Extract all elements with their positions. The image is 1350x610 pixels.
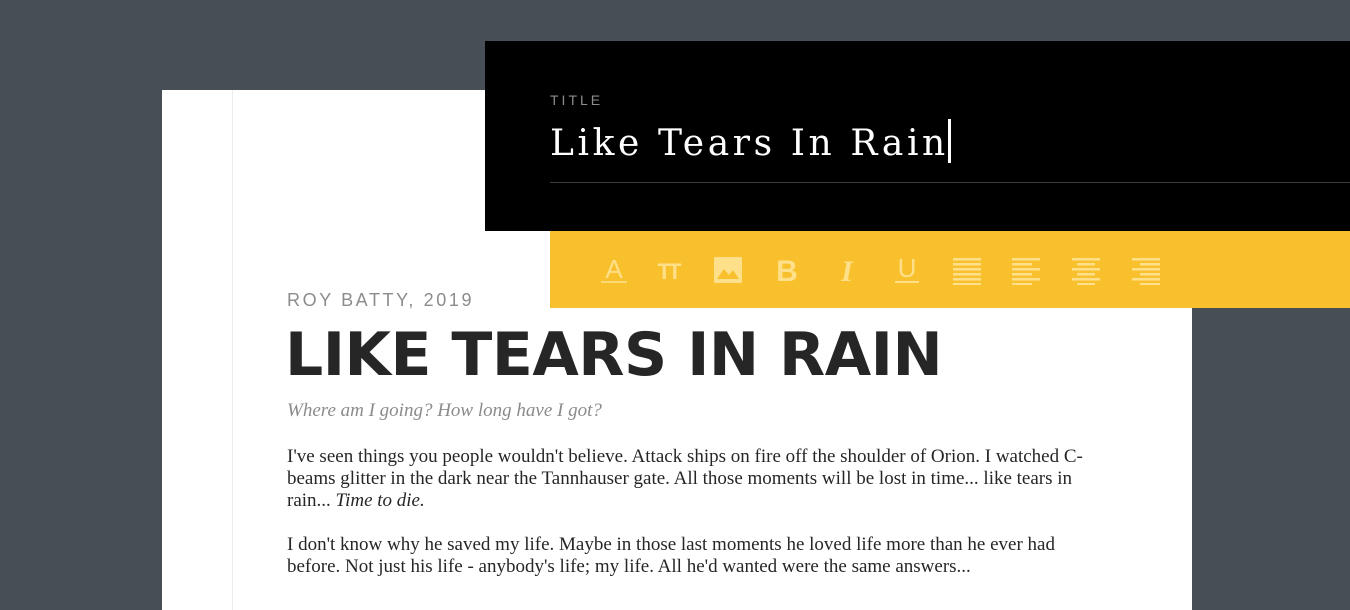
bold-glyph: B xyxy=(776,255,798,287)
title-field-label: TITLE xyxy=(550,92,604,108)
bold-button[interactable]: B xyxy=(769,252,805,288)
underline-icon: U xyxy=(895,253,919,283)
article-paragraph[interactable]: I don't know why he saved my life. Maybe… xyxy=(287,534,1087,578)
align-right-icon xyxy=(1132,258,1160,285)
italic-button[interactable]: I xyxy=(829,252,865,288)
italic-glyph: I xyxy=(840,255,854,287)
font-size-button[interactable]: TT xyxy=(650,252,686,288)
article-headline[interactable]: LIKE TEARS IN RAIN xyxy=(285,318,943,392)
align-right-button[interactable] xyxy=(1128,252,1164,288)
article-subtitle[interactable]: Where am I going? How long have I got? xyxy=(287,400,602,422)
paragraph-emphasis: Time to die. xyxy=(335,490,425,511)
underline-button[interactable]: U xyxy=(889,252,925,288)
margin-rule xyxy=(232,90,233,610)
title-editor-panel: TITLE Like Tears In Rain xyxy=(485,41,1350,231)
italic-icon: I xyxy=(840,255,854,287)
title-input-value[interactable]: Like Tears In Rain xyxy=(550,119,949,169)
image-icon xyxy=(714,257,742,283)
font-size-icon: TT xyxy=(658,259,685,284)
align-justify-button[interactable] xyxy=(949,252,985,288)
text-caret xyxy=(947,119,951,163)
formatting-toolbar: A TT B I U xyxy=(550,231,1350,308)
align-justify-icon xyxy=(953,258,981,285)
font-size-glyph: TT xyxy=(658,259,682,284)
align-center-button[interactable] xyxy=(1068,252,1104,288)
editor-stage: ROY BATTY, 2019 LIKE TEARS IN RAIN Where… xyxy=(0,0,1350,610)
underline-glyph: U xyxy=(898,253,917,283)
font-color-button[interactable]: A xyxy=(596,252,632,288)
font-color-icon: A xyxy=(601,254,627,284)
align-center-icon xyxy=(1072,258,1100,285)
title-input-field[interactable]: Like Tears In Rain xyxy=(550,119,1350,183)
article-paragraph[interactable]: I've seen things you people wouldn't bel… xyxy=(287,446,1087,512)
align-left-button[interactable] xyxy=(1008,252,1044,288)
article-byline: ROY BATTY, 2019 xyxy=(287,290,475,310)
font-color-glyph: A xyxy=(605,254,623,284)
bold-icon: B xyxy=(776,255,798,287)
insert-image-button[interactable] xyxy=(710,252,746,288)
align-left-icon xyxy=(1012,258,1040,285)
